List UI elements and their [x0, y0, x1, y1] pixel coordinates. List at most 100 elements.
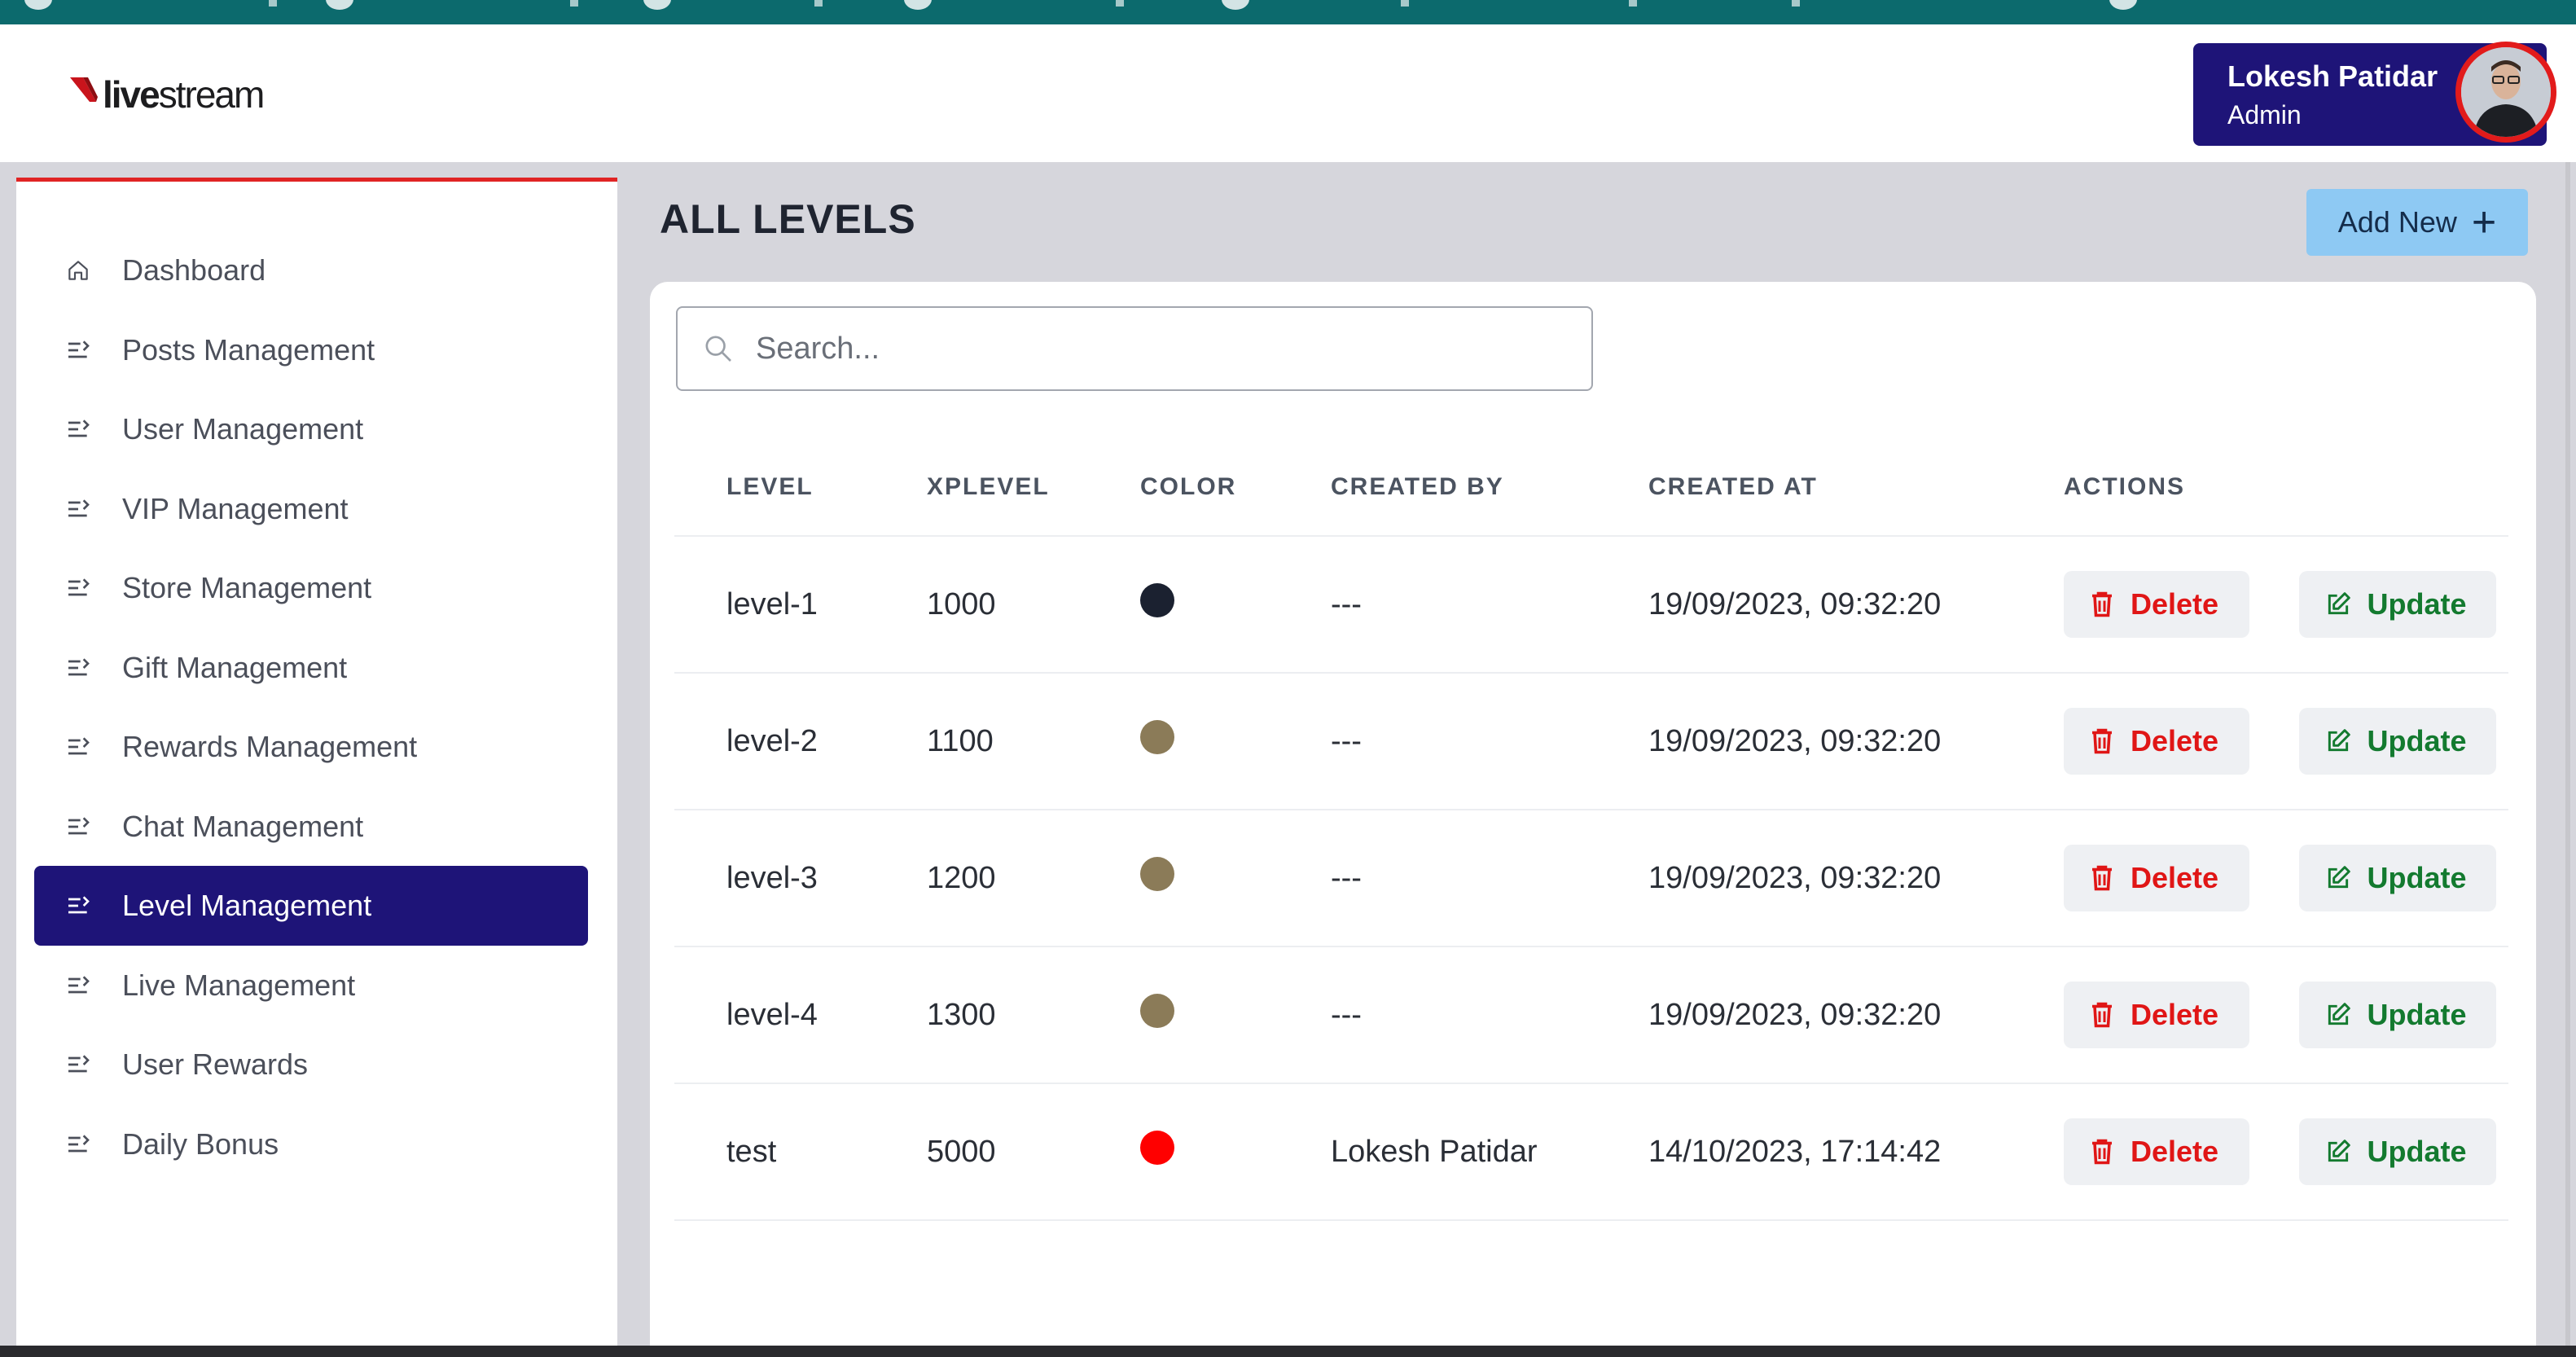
add-new-button[interactable]: Add New +	[2306, 189, 2528, 256]
delete-button[interactable]: Delete	[2064, 708, 2249, 775]
sidebar-item-vip-management[interactable]: VIP Management	[34, 469, 588, 549]
logo-text-regular: stream	[158, 73, 265, 116]
update-label: Update	[2367, 587, 2467, 621]
search-icon	[702, 332, 735, 365]
cell-level: level-3	[674, 810, 927, 947]
strip-dot	[1222, 0, 1249, 10]
cell-color	[1140, 946, 1331, 1084]
page-scrollbar[interactable]	[2565, 162, 2570, 1346]
table-row: level-3 1200 --- 19/09/2023, 09:32:20 De…	[674, 810, 2508, 947]
menu-arrow-icon	[64, 1050, 93, 1079]
cell-created-at: 19/09/2023, 09:32:20	[1648, 946, 2064, 1084]
delete-label: Delete	[2131, 724, 2219, 758]
cell-actions: Delete Update	[2064, 536, 2508, 674]
cell-xplevel: 5000	[927, 1083, 1140, 1221]
delete-button[interactable]: Delete	[2064, 571, 2249, 638]
delete-button[interactable]: Delete	[2064, 982, 2249, 1048]
update-button[interactable]: Update	[2298, 845, 2496, 911]
cell-color	[1140, 536, 1331, 674]
update-label: Update	[2367, 998, 2467, 1031]
app-header: livestream Lokesh Patidar Admin	[0, 24, 2576, 162]
top-strip	[0, 0, 2576, 24]
strip-dot	[24, 0, 52, 10]
profile-name: Lokesh Patidar	[2227, 59, 2438, 93]
sidebar-item-gift-management[interactable]: Gift Management	[34, 628, 588, 708]
levels-table: LEVEL XPLEVEL COLOR CREATED BY CREATED A…	[674, 438, 2508, 1221]
sidebar-item-posts-management[interactable]: Posts Management	[34, 310, 588, 390]
update-button[interactable]: Update	[2298, 571, 2496, 638]
header-actions: ACTIONS	[2064, 438, 2508, 537]
search-input[interactable]	[756, 331, 1489, 367]
table-row: test 5000 Lokesh Patidar 14/10/2023, 17:…	[674, 1083, 2508, 1221]
cell-actions: Delete Update	[2064, 1083, 2508, 1221]
color-swatch	[1140, 857, 1174, 891]
delete-label: Delete	[2131, 998, 2219, 1031]
page-title: ALL LEVELS	[660, 196, 916, 242]
cell-created-at: 19/09/2023, 09:32:20	[1648, 810, 2064, 947]
trash-icon	[2092, 591, 2112, 617]
profile-role: Admin	[2227, 100, 2302, 130]
header-color[interactable]: COLOR	[1140, 438, 1331, 537]
strip-mark	[814, 0, 823, 7]
edit-icon	[2328, 592, 2350, 615]
menu-arrow-icon	[64, 653, 93, 683]
sidebar-item-store-management[interactable]: Store Management	[34, 548, 588, 628]
sidebar-item-level-management[interactable]: Level Management	[34, 866, 588, 946]
header-xplevel[interactable]: XPLEVEL	[927, 438, 1140, 537]
levels-card: LEVEL XPLEVEL COLOR CREATED BY CREATED A…	[650, 282, 2536, 1357]
cell-level: test	[674, 1083, 927, 1221]
menu-arrow-icon	[64, 336, 93, 365]
sidebar-item-user-management[interactable]: User Management	[34, 389, 588, 469]
strip-dot	[2109, 0, 2137, 10]
sidebar-item-label: Dashboard	[122, 253, 266, 287]
logo[interactable]: livestream	[68, 70, 265, 119]
delete-button[interactable]: Delete	[2064, 1118, 2249, 1185]
sidebar-item-user-rewards[interactable]: User Rewards	[34, 1025, 588, 1104]
update-label: Update	[2367, 1135, 2467, 1168]
cell-xplevel: 1000	[927, 536, 1140, 674]
menu-arrow-icon	[64, 812, 93, 841]
update-button[interactable]: Update	[2298, 708, 2496, 775]
edit-icon	[2328, 729, 2350, 752]
update-button[interactable]: Update	[2298, 1118, 2496, 1185]
avatar[interactable]	[2455, 42, 2556, 143]
table-row: level-2 1100 --- 19/09/2023, 09:32:20 De…	[674, 673, 2508, 810]
strip-mark	[1401, 0, 1409, 7]
cell-created-at: 14/10/2023, 17:14:42	[1648, 1083, 2064, 1221]
cell-color	[1140, 810, 1331, 947]
header-level[interactable]: LEVEL	[674, 438, 927, 537]
sidebar-item-label: Daily Bonus	[122, 1127, 279, 1161]
trash-icon	[2092, 1002, 2112, 1028]
edit-icon	[2328, 866, 2350, 889]
home-icon	[64, 256, 93, 285]
logo-text: livestream	[103, 72, 265, 116]
avatar-person-icon	[2461, 47, 2551, 137]
sidebar: Dashboard Posts Management User Manageme…	[16, 178, 617, 1357]
sidebar-item-chat-management[interactable]: Chat Management	[34, 787, 588, 867]
user-profile-card[interactable]: Lokesh Patidar Admin	[2193, 42, 2556, 146]
update-button[interactable]: Update	[2298, 982, 2496, 1048]
update-label: Update	[2367, 724, 2467, 758]
sidebar-item-label: Store Management	[122, 571, 372, 604]
strip-dot	[326, 0, 353, 10]
sidebar-item-rewards-management[interactable]: Rewards Management	[34, 707, 588, 787]
delete-button[interactable]: Delete	[2064, 845, 2249, 911]
sidebar-item-label: User Management	[122, 412, 364, 446]
sidebar-item-label: Gift Management	[122, 651, 348, 684]
menu-arrow-icon	[64, 415, 93, 444]
sidebar-item-live-management[interactable]: Live Management	[34, 946, 588, 1025]
header-created-at[interactable]: CREATED AT	[1648, 438, 2064, 537]
search-box[interactable]	[676, 306, 1593, 391]
sidebar-item-label: User Rewards	[122, 1047, 309, 1081]
sidebar-item-daily-bonus[interactable]: Daily Bonus	[34, 1104, 588, 1184]
cell-xplevel: 1200	[927, 810, 1140, 947]
cell-actions: Delete Update	[2064, 673, 2508, 810]
cell-created-by: ---	[1331, 673, 1648, 810]
strip-mark	[1116, 0, 1124, 7]
sidebar-item-dashboard[interactable]: Dashboard	[34, 231, 588, 310]
sidebar-item-label: VIP Management	[122, 492, 349, 525]
sidebar-item-label: Live Management	[122, 968, 356, 1002]
strip-mark	[570, 0, 578, 7]
header-created-by[interactable]: CREATED BY	[1331, 438, 1648, 537]
cell-actions: Delete Update	[2064, 946, 2508, 1084]
